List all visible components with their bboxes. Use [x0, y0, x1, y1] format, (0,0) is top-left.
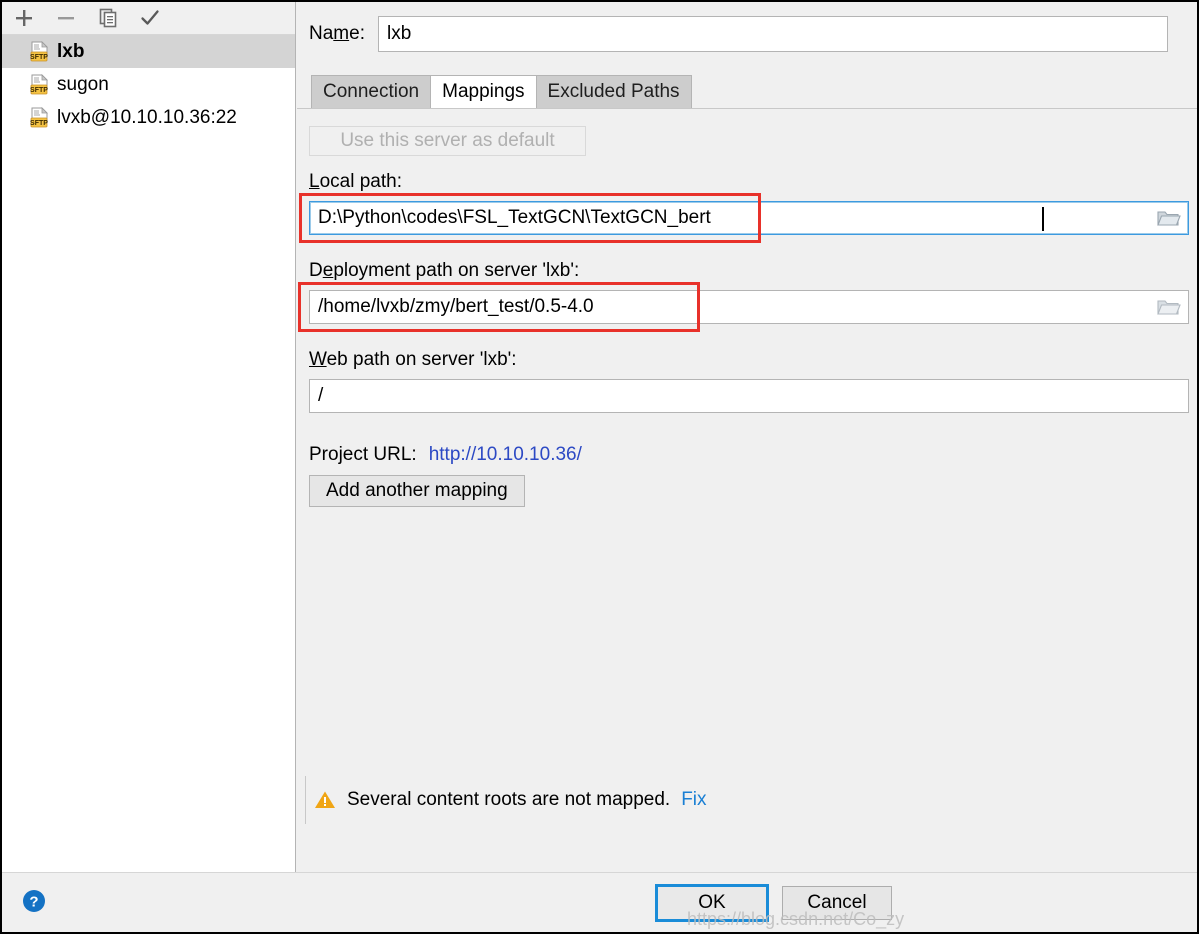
list-item-label: lvxb@10.10.10.36:22 [57, 106, 237, 128]
warning-bar: Several content roots are not mapped. Fi… [305, 776, 707, 824]
tab-excluded-paths[interactable]: Excluded Paths [535, 75, 692, 108]
local-path-field-wrap [309, 201, 1189, 235]
web-path-field-wrap [309, 379, 1189, 413]
svg-text:?: ? [29, 894, 38, 911]
tab-connection[interactable]: Connection [311, 75, 432, 108]
list-item[interactable]: SFTP lxb [2, 35, 295, 68]
svg-text:SFTP: SFTP [30, 54, 48, 61]
sftp-icon: SFTP [30, 40, 48, 61]
deployment-path-input[interactable] [309, 290, 1189, 324]
mappings-tab-content: Use this server as default Local path: D… [297, 108, 1197, 824]
help-circle-icon: ? [23, 890, 45, 912]
set-default-button[interactable] [137, 5, 163, 31]
name-label: Name: [309, 23, 365, 44]
project-url-label: Project URL: [309, 444, 417, 465]
name-input[interactable] [377, 16, 1168, 52]
add-server-button[interactable] [11, 5, 37, 31]
settings-tabs: Connection Mappings Excluded Paths [311, 75, 692, 108]
server-list: SFTP lxb SFTP sugon SFTP lvxb@10.10.10.3… [2, 35, 295, 134]
warning-triangle-icon [315, 791, 335, 808]
folder-icon[interactable] [1157, 297, 1181, 317]
dialog-button-bar: ? OK Cancel https://blog.csdn.net/Co_zy [2, 872, 1197, 932]
project-url-link[interactable]: http://10.10.10.36/ [429, 444, 582, 466]
folder-icon[interactable] [1157, 208, 1181, 228]
web-path-input[interactable] [309, 379, 1189, 413]
tab-mappings[interactable]: Mappings [430, 75, 537, 108]
svg-text:SFTP: SFTP [30, 87, 48, 94]
fix-link[interactable]: Fix [681, 789, 706, 811]
server-list-toolbar [2, 2, 295, 35]
name-row: Name: [309, 16, 1168, 52]
local-path-label: Local path: [309, 171, 402, 192]
copy-server-button[interactable] [95, 5, 121, 31]
project-url-row: Project URL: http://10.10.10.36/ [309, 444, 582, 466]
svg-text:SFTP: SFTP [30, 120, 48, 127]
ok-button[interactable]: OK [655, 884, 769, 922]
list-item-label: lxb [57, 40, 85, 62]
minus-icon [58, 17, 74, 20]
help-button[interactable]: ? [18, 885, 50, 917]
local-path-input[interactable] [309, 201, 1189, 235]
server-list-panel: SFTP lxb SFTP sugon SFTP lvxb@10.10.10.3… [2, 2, 296, 872]
copy-icon [99, 8, 117, 28]
add-another-mapping-button[interactable]: Add another mapping [309, 475, 525, 507]
warning-text: Several content roots are not mapped. [347, 789, 671, 810]
cancel-button[interactable]: Cancel [782, 886, 892, 920]
list-item-label: sugon [57, 73, 109, 95]
sftp-icon: SFTP [30, 106, 48, 127]
list-item[interactable]: SFTP sugon [2, 68, 295, 101]
use-as-default-button: Use this server as default [309, 126, 586, 156]
web-path-label: Web path on server 'lxb': [309, 349, 517, 370]
plus-icon [16, 10, 32, 26]
deployment-path-label: Deployment path on server 'lxb': [309, 260, 580, 281]
check-icon [141, 10, 159, 25]
text-caret [1042, 207, 1044, 231]
settings-dialog: SFTP lxb SFTP sugon SFTP lvxb@10.10.10.3… [0, 0, 1199, 934]
server-settings-panel: Name: Connection Mappings Excluded Paths… [297, 2, 1197, 872]
remove-server-button[interactable] [53, 5, 79, 31]
sftp-icon: SFTP [30, 73, 48, 94]
deployment-path-field-wrap [309, 290, 1189, 324]
list-item[interactable]: SFTP lvxb@10.10.10.36:22 [2, 101, 295, 134]
